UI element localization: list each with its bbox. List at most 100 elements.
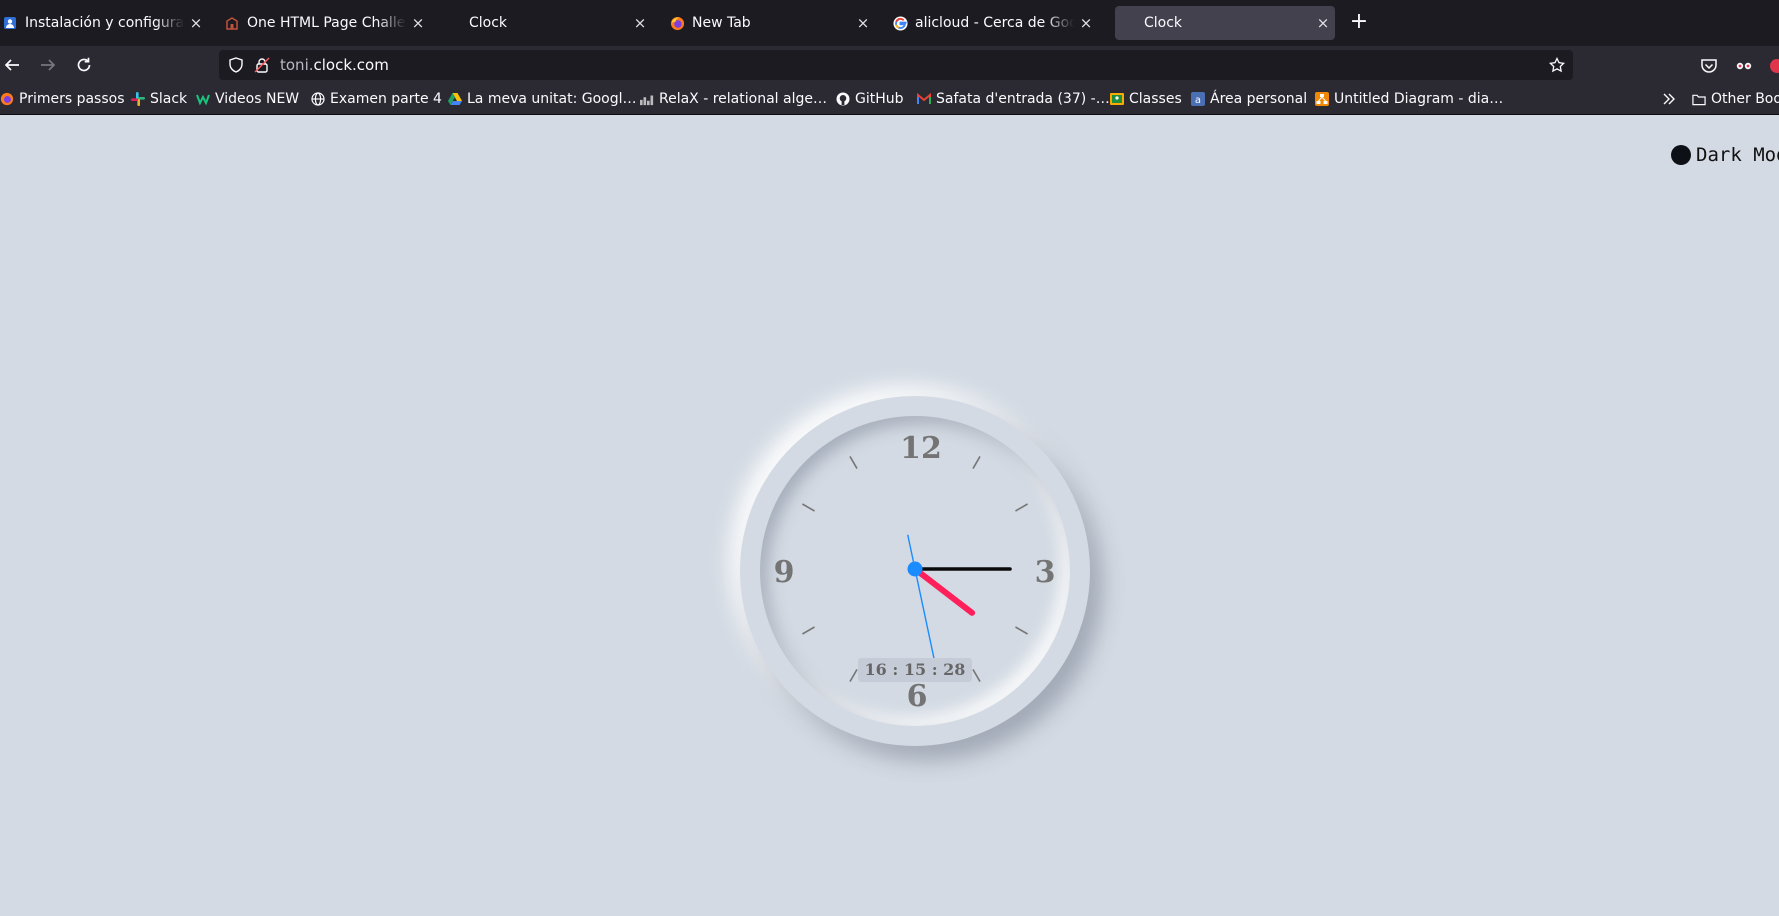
blank-favicon [1121,15,1137,31]
hour-tick [972,456,981,469]
tab-close-icon[interactable]: × [1074,14,1098,32]
dark-mode-dot-icon [1671,145,1691,165]
tab-close-icon[interactable]: × [1311,14,1335,32]
numeral-6: 6 [907,679,928,714]
other-bookmarks[interactable]: Other Bookmarks [1692,90,1779,108]
bookmark-label: Classes [1129,91,1182,107]
lock-insecure-icon[interactable] [254,57,270,73]
tab-close-icon[interactable]: × [406,14,430,32]
globe-icon [311,92,325,106]
numeral-3: 3 [1035,555,1056,590]
tab-title: Clock [1144,15,1183,31]
url-domain: clock.com [313,56,389,74]
building-icon [224,15,240,31]
dark-mode-label: Dark Mode [1696,144,1779,166]
bookmarks-overflow-button[interactable] [1662,90,1676,108]
bookmark-gmail[interactable]: Safata d'entrada (37) -… [917,90,1110,108]
google-icon [892,15,908,31]
forward-button[interactable] [36,53,60,77]
tab-close-icon[interactable]: × [851,14,875,32]
reload-icon [77,57,91,72]
tab-close-icon[interactable]: × [628,14,652,32]
url-bar[interactable]: toni.clock.com [219,50,1573,80]
moodle-icon: a [1191,92,1205,106]
bookmark-relax[interactable]: RelaX - relational alge… [640,90,827,108]
bookmark-label: Slack [150,91,188,107]
numeral-12: 12 [900,431,942,466]
other-bookmarks-label: Other Bookmarks [1711,91,1779,107]
tab-one-html-page[interactable]: One HTML Page Challenge × [218,6,430,40]
relax-icon [640,92,654,106]
tab-new-tab[interactable]: New Tab × [663,6,875,40]
hour-tick [1015,503,1028,512]
extension-mask-icon[interactable] [1735,57,1753,75]
bookmark-examen[interactable]: Examen parte 4 [311,90,442,108]
arrow-left-icon [4,59,19,71]
bookmark-label: Primers passos [19,91,125,107]
new-tab-button[interactable]: + [1347,11,1371,35]
pocket-icon[interactable] [1700,57,1718,75]
star-icon[interactable] [1549,57,1565,73]
bookmark-videos-new[interactable]: Videos NEW [196,90,299,108]
bookmark-github[interactable]: GitHub [836,90,904,108]
bookmark-google-drive[interactable]: La meva unitat: Googl… [448,90,637,108]
blank-favicon [446,15,462,31]
svg-text:a: a [1195,95,1201,106]
bookmark-primers-passos[interactable]: Primers passos [0,90,125,108]
bookmark-classes[interactable]: Classes [1110,90,1182,108]
shield-icon[interactable] [228,57,244,73]
bookmarks-toolbar: Primers passos Slack Videos NEW Examen p… [0,84,1779,115]
hour-tick [802,626,815,635]
firefox-icon [669,15,685,31]
tab-title: One HTML Page Challenge [247,15,406,31]
bookmark-label: GitHub [855,91,904,107]
double-chevron-right-icon [1663,93,1675,105]
tab-strip: Instalación y configuración × One HTML P… [0,0,1779,46]
hour-tick [802,503,815,512]
extension-icon[interactable] [1768,57,1779,75]
bookmark-label: Examen parte 4 [330,91,442,107]
bookmark-label: RelaX - relational alge… [659,91,827,107]
bookmark-slack[interactable]: Slack [131,90,187,108]
tab-alicloud-google[interactable]: alicloud - Cerca de Google × [886,6,1098,40]
tab-title: alicloud - Cerca de Google [915,15,1074,31]
reload-button[interactable] [72,53,96,77]
bookmark-label: Área personal [1210,91,1308,107]
clock-svg: 12 3 6 9 [774,431,1056,714]
bookmark-label: Videos NEW [215,91,300,107]
analog-clock: 12 3 6 9 16 : 15 : 28 [740,396,1090,746]
firefox-icon [0,92,14,106]
github-icon [836,92,850,106]
numeral-9: 9 [774,555,795,590]
drive-icon [448,92,462,106]
dark-mode-toggle[interactable]: Dark Mode [1671,144,1779,166]
tab-title: Instalación y configuración [25,15,184,31]
url-subdomain: toni. [280,56,314,74]
user-doc-icon [2,15,18,31]
slack-icon [131,92,145,106]
tab-clock[interactable]: Clock × [440,6,652,40]
bookmark-label: La meva unitat: Googl… [467,91,637,107]
hour-tick [1015,626,1028,635]
bookmark-drawio[interactable]: Untitled Diagram - dia… [1315,90,1503,108]
tab-title: Clock [469,15,508,31]
url-text[interactable]: toni.clock.com [280,56,389,74]
navigation-bar: toni.clock.com [0,46,1779,84]
bookmark-label: Untitled Diagram - dia… [1334,91,1504,107]
back-button[interactable] [0,53,24,77]
tab-close-icon[interactable]: × [184,14,208,32]
gmail-icon [917,92,931,106]
bookmark-area-personal[interactable]: a Área personal [1191,90,1307,108]
tab-title: New Tab [692,15,751,31]
hour-tick [972,669,981,682]
arrow-right-icon [41,59,56,71]
bookmark-label: Safata d'entrada (37) -… [936,91,1110,107]
tab-instalacion[interactable]: Instalación y configuración × [0,6,208,40]
tab-clock-active[interactable]: Clock × [1115,6,1335,40]
w-icon [196,92,210,106]
center-dot [907,561,923,577]
classroom-icon [1110,92,1124,106]
digital-time-display: 16 : 15 : 28 [858,658,972,682]
drawio-icon [1315,92,1329,106]
folder-icon [1692,92,1706,106]
